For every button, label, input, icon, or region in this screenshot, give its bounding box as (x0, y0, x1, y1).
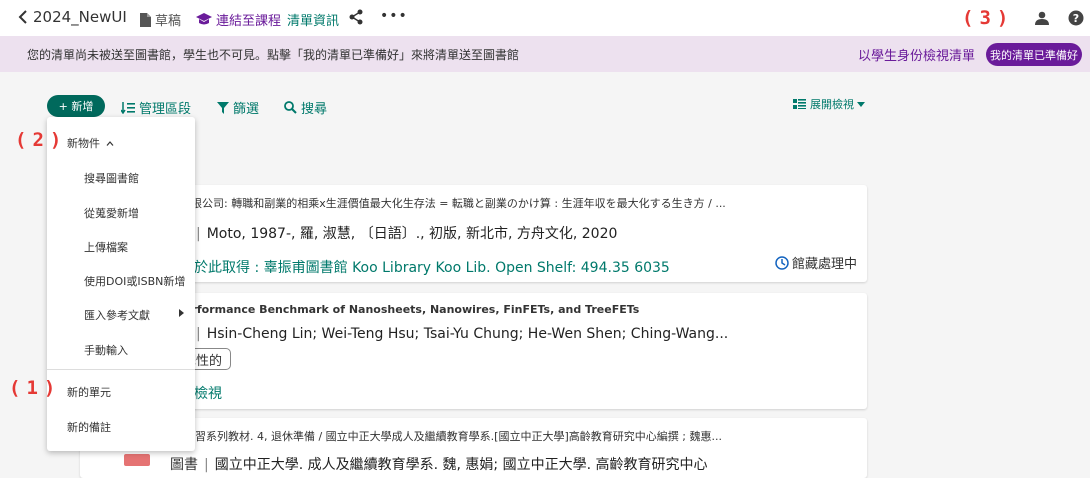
document-icon (140, 12, 151, 27)
list-ready-button[interactable]: 我的清單已準備好 (986, 43, 1082, 66)
citation-title[interactable]: 無限公司: 轉職和副業的相乘x生涯價值最大化生存法 = 転職と副業のかけ算 : … (180, 195, 726, 211)
add-dropdown-menu: 新物件 搜尋圖書館 從蒐愛新增 上傳檔案 使用DOI或ISBN新增 匯入參考文獻… (47, 117, 195, 451)
citation-meta: 作|Moto, 1987-, 羅, 淑慧, 〔日語〕., 初版, 新北市, 方舟… (176, 223, 617, 243)
svg-text:?: ? (1073, 12, 1079, 25)
manage-sections-button[interactable]: 管理區段 (121, 98, 191, 117)
filter-button[interactable]: 篩選 (217, 98, 259, 117)
citation-card[interactable]: erformance Benchmark of Nanosheets, Nano… (80, 293, 867, 409)
new-item-header[interactable]: 新物件 (67, 135, 114, 151)
citation-meta: 圖書 | 國立中正大學. 成人及繼續教育學系. 魏, 惠娟; 國立中正大學. 高齡教… (170, 457, 708, 473)
annotation-marker-1: (1) (9, 377, 62, 399)
citation-card[interactable]: 學習系列教材. 4, 退休準備 / 國立中正大學成人及繼續教育學系.[國立中正大… (80, 418, 867, 478)
chevron-up-icon (106, 140, 114, 146)
meta-text: 國立中正大學. 成人及繼續教育學系. 魏, 惠娟; 國立中正大學. 高齡教育研究… (214, 457, 708, 473)
annotation-marker-3: (3) (962, 7, 1015, 29)
caret-down-icon (857, 101, 865, 107)
top-bar: 2024_NewUI 草稿 連結至課程 清單資訊 ••• (3) ? (0, 0, 1090, 36)
annotation-marker-2: (2) (15, 129, 68, 151)
menu-item-search-library[interactable]: 搜尋圖書館 (84, 170, 139, 186)
status-badge: 館藏處理中 (775, 253, 857, 272)
draft-label: 草稿 (155, 14, 182, 29)
notice-text: 您的清單尚未被送至圖書館，學生也不可見。點擊「我的清單已準備好」來將清單送至圖書… (27, 48, 520, 62)
search-label: 搜尋 (301, 102, 328, 117)
menu-item-manual-entry[interactable]: 手動輸入 (84, 342, 128, 358)
linked-label: 連結至課程 (216, 14, 282, 29)
citation-title[interactable]: erformance Benchmark of Nanosheets, Nano… (184, 303, 639, 316)
caret-right-icon (179, 309, 184, 317)
add-button[interactable]: + 新增 (47, 95, 105, 117)
meta-text: Moto, 1987-, 羅, 淑慧, 〔日語〕., 初版, 新北市, 方舟文化… (206, 226, 618, 242)
expand-view-label: 展開檢視 (810, 98, 854, 111)
meta-text: Hsin-Cheng Lin; Wei-Teng Hsu; Tsai-Yu Ch… (206, 326, 729, 342)
clock-icon (775, 255, 789, 270)
list-view-icon (793, 99, 806, 109)
list-info-link[interactable]: 清單資訊 (287, 10, 339, 29)
notice-banner: 您的清單尚未被送至圖書館，學生也不可見。點擊「我的清單已準備好」來將清單送至圖書… (0, 36, 1090, 72)
meta-prefix: 圖書 (170, 457, 198, 473)
more-options-icon[interactable]: ••• (380, 8, 408, 24)
view-as-student-link[interactable]: 以學生身份檢視清單 (858, 45, 975, 64)
draft-status: 草稿 (140, 10, 181, 29)
help-icon[interactable]: ? (1068, 10, 1084, 30)
book-type-icon (124, 454, 150, 466)
user-icon[interactable] (1035, 10, 1049, 29)
menu-divider (47, 369, 195, 370)
availability-text[interactable]: 於此取得 : 辜振甫圖書館 Koo Library Koo Lib. Open … (194, 257, 670, 277)
back-chevron-icon[interactable] (18, 9, 28, 29)
filter-label: 篩選 (233, 102, 260, 117)
menu-item-upload-file[interactable]: 上傳檔案 (84, 239, 128, 255)
search-icon (284, 101, 297, 114)
filter-icon (217, 101, 229, 114)
menu-item-import-references[interactable]: 匯入參考文獻 (84, 307, 188, 323)
manage-sections-label: 管理區段 (139, 102, 192, 117)
share-icon[interactable] (349, 9, 363, 29)
linked-to-course-button[interactable]: 連結至課程 (196, 10, 281, 29)
expand-view-dropdown[interactable]: 展開檢視 (793, 96, 869, 112)
citation-title[interactable]: 學習系列教材. 4, 退休準備 / 國立中正大學成人及繼續教育學系.[國立中正大… (184, 428, 722, 444)
status-label: 館藏處理中 (791, 257, 857, 272)
menu-item-add-by-doi-isbn[interactable]: 使用DOI或ISBN新增 (84, 273, 185, 289)
menu-item-add-from-favorites[interactable]: 從蒐愛新增 (84, 205, 139, 221)
graduation-cap-icon (196, 13, 212, 25)
menu-item-new-note[interactable]: 新的備註 (67, 419, 111, 435)
menu-item-new-section[interactable]: 新的單元 (67, 384, 111, 400)
new-item-label: 新物件 (67, 137, 100, 150)
sort-icon (121, 101, 135, 114)
import-references-label: 匯入參考文獻 (84, 309, 150, 322)
course-title: 2024_NewUI (33, 8, 127, 26)
search-button[interactable]: 搜尋 (284, 98, 327, 117)
citation-card[interactable]: 無限公司: 轉職和副業的相乘x生涯價值最大化生存法 = 転職と副業のかけ算 : … (80, 185, 867, 282)
citation-meta: 作|Hsin-Cheng Lin; Wei-Teng Hsu; Tsai-Yu … (176, 323, 728, 343)
